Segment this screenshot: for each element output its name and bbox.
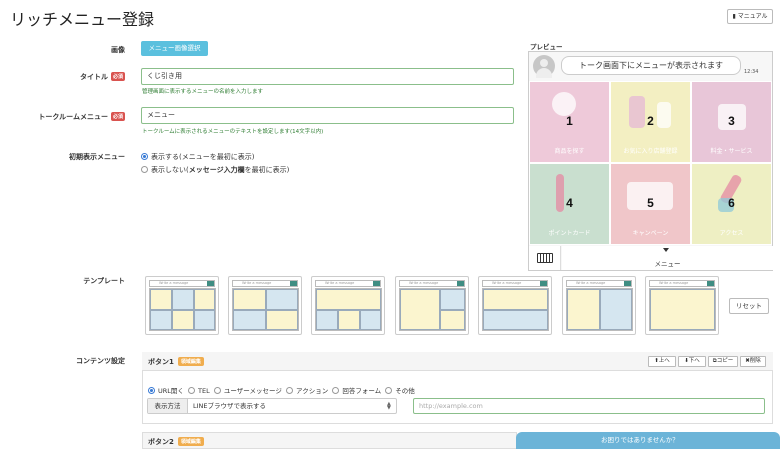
preview-chat-bubble: トーク画面下にメニューが表示されます xyxy=(561,56,741,75)
action-radio-user-message[interactable]: ユーザーメッセージ xyxy=(213,387,282,395)
preview-time: 12:34 xyxy=(744,69,759,75)
action-radio-form[interactable]: 回答フォーム xyxy=(332,387,381,395)
chatroom-help-text: トークルームに表示されるメニューのテキストを設定します(14文字以内) xyxy=(142,129,324,135)
required-badge: 必須 xyxy=(110,112,125,121)
action-radio-other[interactable]: その他 xyxy=(385,387,415,395)
template-option-3[interactable]: Write a message xyxy=(311,276,385,335)
template-label: テンプレート xyxy=(83,277,125,285)
radio-unchecked-icon xyxy=(332,387,340,394)
radio-checked-icon xyxy=(148,387,155,394)
display-method-value: LINEブラウザで表示する xyxy=(193,402,267,410)
template-option-2[interactable]: Write a message xyxy=(228,276,302,335)
template-option-6[interactable]: Write a message xyxy=(562,276,636,335)
delete-button[interactable]: ✖削除 xyxy=(740,356,766,367)
url-input[interactable]: http://example.com xyxy=(413,398,765,414)
template-option-5[interactable]: Write a message xyxy=(478,276,552,335)
move-down-button[interactable]: ⬇下へ xyxy=(678,356,706,367)
caret-down-icon xyxy=(663,248,669,252)
preview-label: プレビュー xyxy=(530,43,563,51)
preview-cell-1[interactable]: 1 商品を探す xyxy=(529,81,610,163)
template-option-7[interactable]: Write a message xyxy=(645,276,719,335)
radio-unchecked-icon xyxy=(141,166,148,173)
preview-cell-3[interactable]: 3 料金・サービス xyxy=(691,81,772,163)
preview-cell-5[interactable]: 5 キャンペーン xyxy=(610,163,691,245)
preview-cell-2[interactable]: 2 お気に入り店舗登録 xyxy=(610,81,691,163)
move-up-button[interactable]: ⬆上へ xyxy=(648,356,676,367)
display-method-label: 表示方法 xyxy=(148,399,188,413)
help-chat-widget[interactable]: お困りではありませんか？ xyxy=(516,432,780,449)
action-radio-url[interactable]: URL開く xyxy=(148,387,184,395)
edit-area-badge[interactable]: 領域編集 xyxy=(177,357,204,366)
reset-button[interactable]: リセット xyxy=(729,298,769,314)
template-option-4[interactable]: Write a message xyxy=(395,276,469,335)
richmenu-preview-grid: 1 商品を探す 2 お気に入り店舗登録 3 料金・サービス 4 ポイントカード … xyxy=(529,81,773,245)
select-menu-image-button[interactable]: メニュー画像選択 xyxy=(141,41,208,56)
keyboard-icon xyxy=(537,253,553,263)
edit-area-badge[interactable]: 領域編集 xyxy=(177,437,204,446)
action-radio-action[interactable]: アクション xyxy=(286,387,328,395)
action-radio-tel[interactable]: TEL xyxy=(188,387,210,395)
radio-unchecked-icon xyxy=(213,387,221,394)
initial-display-show-radio[interactable]: 表示する(メニューを最初に表示) xyxy=(141,152,254,162)
radio-unchecked-icon xyxy=(286,387,294,394)
radio-unchecked-icon xyxy=(188,387,196,394)
radio-unchecked-icon xyxy=(385,387,393,394)
user-icon xyxy=(540,59,548,67)
required-badge: 必須 xyxy=(110,72,125,81)
content-settings-label: コンテンツ設定 xyxy=(76,357,125,365)
action-type-radios: URL開く TEL ユーザーメッセージ アクション 回答フォーム その他 xyxy=(148,385,415,395)
copy-button[interactable]: ⧉コピー xyxy=(708,356,738,367)
title-input[interactable]: くじ引き用 xyxy=(141,68,514,85)
title-label: タイトル 必須 xyxy=(79,72,125,81)
user-icon-body xyxy=(536,68,552,78)
manual-button[interactable]: ▮ マニュアル xyxy=(727,9,773,24)
preview-cell-6[interactable]: 6 アクセス xyxy=(691,163,772,245)
radio-checked-icon xyxy=(141,153,148,160)
button2-title: ボタン2 領域編集 xyxy=(148,437,204,447)
button1-title: ボタン1 領域編集 xyxy=(148,357,204,367)
chatroom-menu-input[interactable]: メニュー xyxy=(141,107,514,124)
chatroom-menu-label: トークルームメニュー 必須 xyxy=(38,112,125,121)
template-option-1[interactable]: Write a message xyxy=(145,276,219,335)
title-help-text: 管理画面に表示するメニューの名前を入力します xyxy=(142,89,264,95)
select-arrows-icon: ▲ ▼ xyxy=(387,401,391,411)
preview-cell-4[interactable]: 4 ポイントカード xyxy=(529,163,610,245)
page-title: リッチメニュー登録 xyxy=(10,10,155,29)
initial-display-label: 初期表示メニュー xyxy=(69,153,125,161)
initial-display-hide-radio[interactable]: 表示しない(メッセージ入力欄を最初に表示) xyxy=(141,165,289,175)
image-label: 画像 xyxy=(111,46,125,54)
